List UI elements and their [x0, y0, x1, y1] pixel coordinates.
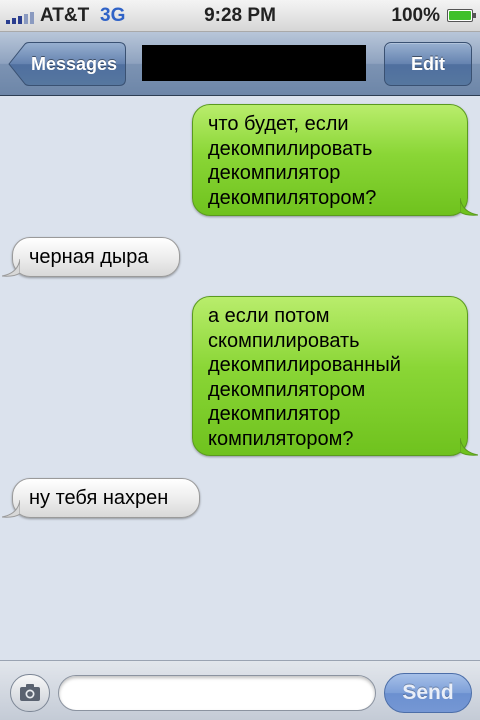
nav-bar: Messages Edit: [0, 32, 480, 96]
bubble-tail: [2, 500, 20, 518]
message-bubble-outgoing[interactable]: а если потом скомпилировать декомпилиров…: [192, 296, 478, 456]
send-button[interactable]: Send: [384, 673, 472, 713]
bubble-tail: [460, 438, 478, 456]
message-bubble-incoming[interactable]: черная дыра: [2, 237, 180, 277]
bubble-tail: [2, 259, 20, 277]
message-bubble-outgoing[interactable]: что будет, если декомпилировать декомпил…: [192, 104, 478, 216]
message-thread: что будет, если декомпилировать декомпил…: [0, 96, 480, 660]
edit-button[interactable]: Edit: [384, 42, 472, 86]
battery-percent: 100%: [391, 5, 440, 26]
message-input[interactable]: [58, 675, 376, 711]
battery-icon: [447, 9, 476, 22]
message-text: а если потом скомпилировать декомпилиров…: [208, 305, 401, 450]
message-bubble-incoming[interactable]: ну тебя нахрен: [2, 478, 200, 518]
compose-bar: Send: [0, 660, 480, 720]
message-text: черная дыра: [29, 246, 149, 268]
back-button-label: Messages: [30, 54, 118, 74]
message-text: что будет, если декомпилировать декомпил…: [208, 113, 377, 209]
back-button[interactable]: Messages: [8, 42, 126, 86]
contact-name-redacted: [142, 45, 366, 81]
camera-button[interactable]: [10, 674, 50, 712]
camera-icon: [20, 684, 40, 701]
status-bar: AT&T 3G 9:28 PM 100%: [0, 0, 480, 32]
message-text: ну тебя нахрен: [29, 487, 169, 509]
bubble-tail: [460, 198, 478, 216]
